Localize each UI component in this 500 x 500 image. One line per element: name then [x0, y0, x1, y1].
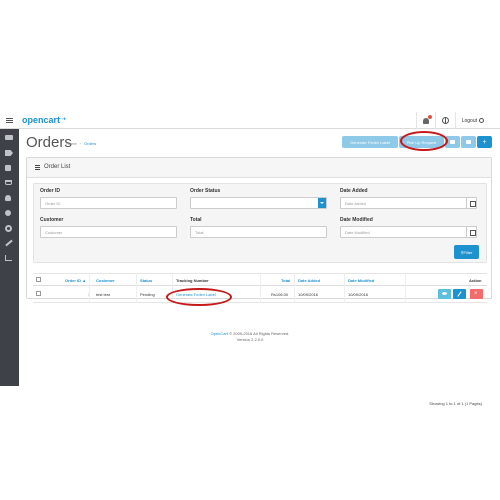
order-list-panel: Order List Order ID Order ID Order Statu…	[26, 157, 492, 406]
globe-icon	[441, 117, 449, 124]
column-divider	[172, 273, 173, 303]
column-divider	[344, 273, 345, 303]
print-invoice-button[interactable]	[445, 136, 460, 148]
col-date-added[interactable]: Date Added	[298, 278, 320, 283]
breadcrumb: Home › Orders	[66, 141, 96, 146]
view-order-button[interactable]	[438, 289, 451, 299]
pick-up-request-button[interactable]: Pick Up Request	[399, 136, 444, 148]
order-id-input[interactable]: Order ID	[40, 197, 177, 209]
date-modified-label: Date Modified	[340, 217, 373, 223]
select-all-checkbox[interactable]	[36, 277, 41, 282]
filter-button-label: Filter	[463, 249, 473, 255]
filter-button[interactable]: ⚲ Filter	[454, 245, 479, 259]
cell-tracking-link[interactable]: Generate Fedex Label	[176, 292, 216, 297]
order-status-label: Order Status	[190, 188, 221, 194]
logout-button[interactable]: Logout	[454, 112, 490, 129]
total-input[interactable]: Total	[190, 226, 327, 238]
admin-page: opencart ⇢ Logout Orders Home › Orders G…	[0, 0, 500, 500]
cell-customer: test test	[96, 292, 111, 297]
col-total[interactable]: Total	[281, 278, 290, 283]
logo-cart-icon: ⇢	[60, 116, 66, 123]
col-date-modified[interactable]: Date Modified	[348, 278, 374, 283]
order-id-label: Order ID	[40, 188, 61, 194]
col-customer[interactable]: Customer	[96, 278, 115, 283]
store-front-button[interactable]	[434, 112, 455, 129]
generate-fedex-label-button[interactable]: Generate Fedex Label	[342, 136, 398, 148]
delete-order-button[interactable]: ×	[470, 289, 483, 299]
date-added-placeholder: Date Added	[345, 201, 366, 206]
date-modified-placeholder: Date Modified	[345, 230, 370, 235]
shopping-cart-icon[interactable]	[5, 180, 12, 185]
notifications-button[interactable]	[415, 112, 435, 129]
filter-box: Order ID Order ID Order Status Date Adde…	[33, 183, 487, 263]
eye-icon	[442, 292, 447, 295]
power-icon	[479, 118, 484, 123]
date-added-label: Date Added	[340, 188, 368, 194]
breadcrumb-home[interactable]: Home	[66, 141, 77, 146]
top-header: opencart ⇢ Logout	[0, 112, 500, 129]
chevron-down-icon	[318, 198, 326, 208]
col-tracking: Tracking Number	[176, 278, 209, 283]
add-order-button[interactable]: +	[477, 136, 492, 148]
panel-heading: Order List	[27, 158, 491, 178]
user-icon[interactable]	[5, 195, 11, 201]
sidebar	[0, 129, 19, 386]
footer-version: Version 2.2.0.0	[236, 337, 264, 342]
column-divider	[89, 273, 90, 303]
calendar-icon[interactable]	[466, 227, 476, 237]
cog-icon[interactable]	[5, 225, 12, 232]
breadcrumb-orders[interactable]: Orders	[84, 141, 96, 146]
column-divider	[260, 273, 261, 303]
edit-order-button[interactable]	[453, 289, 466, 299]
total-label: Total	[190, 217, 202, 223]
print-icon	[450, 140, 455, 144]
header-actions: Logout	[415, 112, 490, 129]
panel-title: Order List	[44, 164, 71, 170]
share-icon[interactable]	[5, 210, 11, 216]
puzzle-icon[interactable]	[5, 165, 11, 171]
page-actions: Generate Fedex Label Pick Up Request +	[342, 136, 492, 148]
page-title: Orders	[26, 134, 72, 151]
col-order-id-label: Order ID	[65, 278, 82, 283]
tag-icon[interactable]	[5, 150, 13, 156]
date-added-input[interactable]: Date Added	[340, 197, 477, 209]
cell-total: Rs106.00	[271, 292, 289, 297]
col-status[interactable]: Status	[140, 278, 152, 283]
delete-icon: ×	[474, 291, 478, 297]
date-modified-input[interactable]: Date Modified	[340, 226, 477, 238]
dashboard-icon[interactable]	[5, 135, 13, 140]
customer-label: Customer	[40, 217, 64, 223]
bell-icon	[422, 114, 432, 124]
menu-toggle-button[interactable]	[0, 112, 19, 129]
bar-chart-icon[interactable]	[5, 255, 12, 261]
col-order-id[interactable]: Order ID ▲	[65, 278, 86, 283]
truck-icon	[466, 140, 471, 144]
column-divider	[405, 273, 406, 303]
hamburger-icon	[6, 118, 13, 123]
breadcrumb-separator: ›	[79, 141, 82, 146]
column-divider	[136, 273, 137, 303]
footer-opencart-link[interactable]: OpenCart	[211, 331, 228, 336]
cell-status: Pending	[140, 292, 155, 297]
cell-date-modified: 10/09/2016	[348, 292, 369, 297]
wrench-icon[interactable]	[5, 239, 13, 247]
opencart-logo[interactable]: opencart	[22, 115, 60, 125]
pencil-icon	[457, 291, 462, 297]
col-action: Action	[469, 278, 482, 283]
footer: OpenCart © 2009-2016 All Rights Reserved…	[0, 331, 500, 343]
column-divider	[294, 273, 295, 303]
print-shipping-button[interactable]	[461, 136, 476, 148]
row-checkbox[interactable]	[36, 291, 41, 296]
sort-up-icon: ▲	[82, 278, 87, 283]
order-status-select[interactable]	[190, 197, 327, 209]
calendar-icon[interactable]	[466, 198, 476, 208]
logout-label: Logout	[461, 117, 477, 124]
customer-input[interactable]: Customer	[40, 226, 177, 238]
notification-badge	[427, 114, 432, 119]
cell-date-added: 10/09/2016	[298, 292, 319, 297]
footer-copyright: © 2009-2016 All Rights Reserved.	[229, 331, 290, 336]
list-icon	[35, 165, 40, 170]
pagination-summary: Showing 1 to 1 of 1 (1 Pages)	[429, 401, 482, 406]
